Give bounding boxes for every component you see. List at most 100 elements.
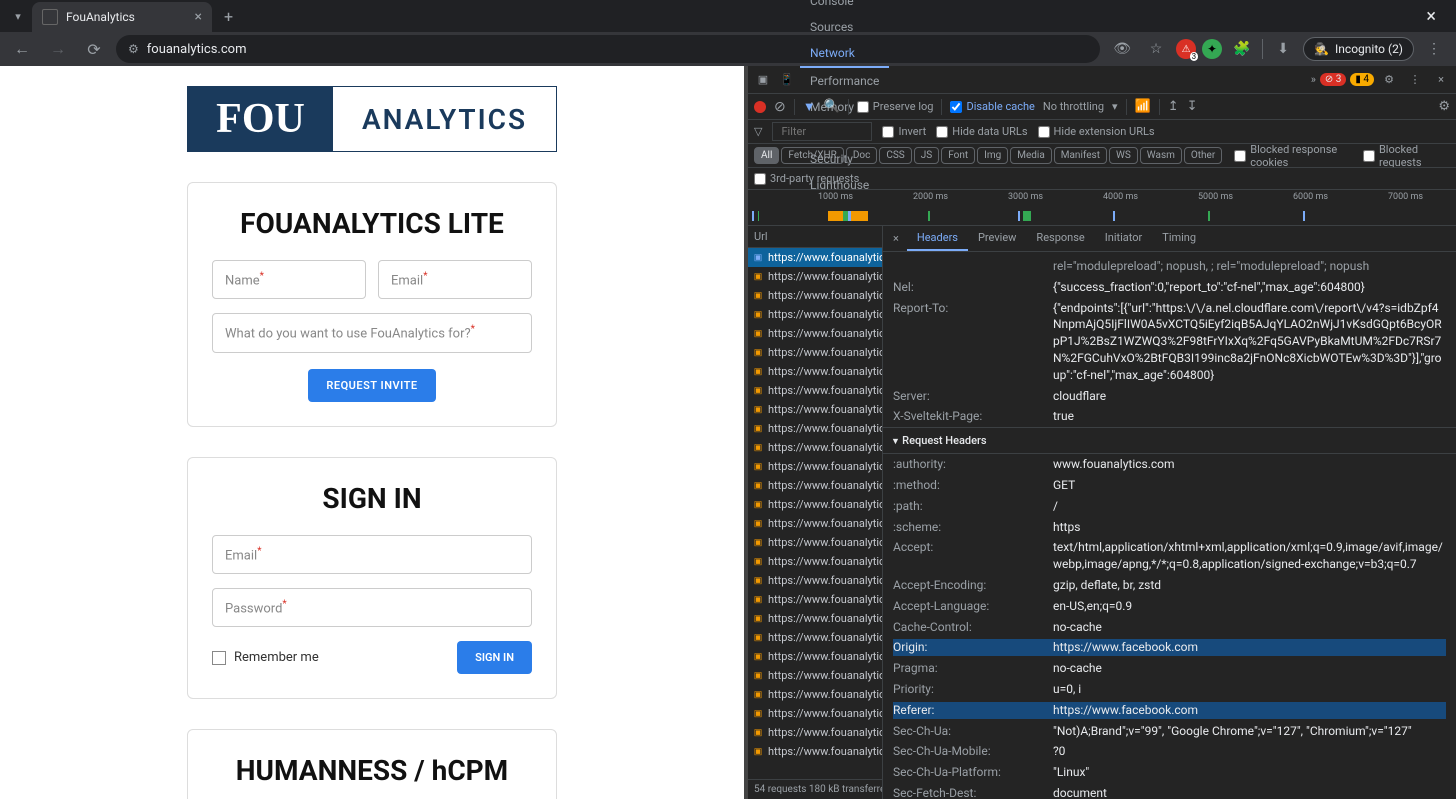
type-filter-fetchxhr[interactable]: Fetch/XHR — [781, 147, 843, 164]
timeline[interactable]: 1000 ms2000 ms3000 ms4000 ms5000 ms6000 … — [748, 190, 1456, 226]
request-row[interactable]: ▣https://www.fouanalytics... — [748, 723, 882, 742]
reload-button[interactable]: ⟳ — [80, 35, 108, 63]
detail-tab-preview[interactable]: Preview — [968, 226, 1026, 251]
site-settings-icon[interactable]: ⚙ — [128, 42, 139, 56]
upload-icon[interactable]: ↥ — [1168, 99, 1179, 114]
third-party-checkbox[interactable]: 3rd-party requests — [754, 172, 859, 185]
signin-email-field[interactable]: Email* — [212, 535, 532, 574]
extension-icon[interactable]: ✦ — [1202, 39, 1222, 59]
request-row[interactable]: ▣https://www.fouanalytics... — [748, 362, 882, 381]
menu-icon[interactable]: ⋮ — [1420, 35, 1448, 63]
request-headers-section[interactable]: Request Headers — [883, 427, 1456, 454]
detail-tab-response[interactable]: Response — [1026, 226, 1094, 251]
type-filter-ws[interactable]: WS — [1109, 147, 1138, 164]
request-row[interactable]: ▣https://www.fouanalytics... — [748, 609, 882, 628]
request-row[interactable]: ▣https://www.fouanalytics... — [748, 343, 882, 362]
signin-password-field[interactable]: Password* — [212, 588, 532, 627]
filter-icon[interactable]: ▽ — [754, 125, 762, 138]
type-filter-manifest[interactable]: Manifest — [1054, 147, 1107, 164]
close-devtools-icon[interactable]: × — [1430, 69, 1452, 91]
request-row[interactable]: ▣https://www.fouanalytics... — [748, 400, 882, 419]
tab-close-icon[interactable]: × — [195, 9, 202, 25]
request-row[interactable]: ▣https://www.fouanalytics... — [748, 571, 882, 590]
request-row[interactable]: ▣https://www.fouanalytics... — [748, 628, 882, 647]
request-row[interactable]: ▣https://www.fouanalytics... — [748, 704, 882, 723]
request-invite-button[interactable]: REQUEST INVITE — [308, 369, 435, 402]
more-tabs-icon[interactable]: » — [1311, 73, 1316, 86]
network-settings-icon[interactable]: ⚙ — [1438, 99, 1450, 114]
address-bar[interactable]: ⚙ fouanalytics.com — [116, 35, 1100, 63]
blocked-requests-checkbox[interactable]: Blocked requests — [1363, 144, 1450, 168]
dock-icon[interactable]: ⋮ — [1404, 69, 1426, 91]
error-count-badge[interactable]: ⊘ 3 — [1320, 73, 1346, 86]
inspect-icon[interactable]: ▣ — [752, 69, 774, 91]
search-icon[interactable]: 🔍 — [824, 99, 840, 114]
request-row[interactable]: ▣https://www.fouanalytics... — [748, 248, 882, 267]
request-row[interactable]: ▣https://www.fouanalytics... — [748, 590, 882, 609]
request-row[interactable]: ▣https://www.fouanalytics... — [748, 533, 882, 552]
request-row[interactable]: ▣https://www.fouanalytics... — [748, 666, 882, 685]
eye-off-icon[interactable]: 👁 — [1108, 35, 1136, 63]
request-row[interactable]: ▣https://www.fouanalytics... — [748, 381, 882, 400]
extension-badge[interactable]: ⚠3 — [1176, 39, 1196, 59]
preserve-log-checkbox[interactable]: Preserve log — [857, 100, 934, 113]
type-filter-all[interactable]: All — [754, 147, 779, 164]
wifi-icon[interactable]: 📶 — [1135, 99, 1151, 114]
request-row[interactable]: ▣https://www.fouanalytics... — [748, 324, 882, 343]
type-filter-font[interactable]: Font — [941, 147, 975, 164]
devtools-tab-network[interactable]: Network — [800, 40, 889, 68]
invert-checkbox[interactable]: Invert — [882, 125, 926, 138]
hide-ext-urls-checkbox[interactable]: Hide extension URLs — [1038, 125, 1155, 138]
close-detail-icon[interactable]: × — [887, 232, 905, 245]
request-row[interactable]: ▣https://www.fouanalytics... — [748, 457, 882, 476]
blocked-cookies-checkbox[interactable]: Blocked response cookies — [1234, 144, 1359, 168]
devtools-tab-sources[interactable]: Sources — [800, 14, 889, 40]
tab-search-icon[interactable]: ▾ — [8, 6, 28, 26]
request-row[interactable]: ▣https://www.fouanalytics... — [748, 742, 882, 761]
incognito-indicator[interactable]: 🕵 Incognito (2) — [1303, 37, 1414, 61]
type-filter-img[interactable]: Img — [977, 147, 1008, 164]
request-row[interactable]: ▣https://www.fouanalytics... — [748, 476, 882, 495]
type-filter-media[interactable]: Media — [1010, 147, 1052, 164]
back-button[interactable]: ← — [8, 35, 36, 63]
request-row[interactable]: ▣https://www.fouanalytics... — [748, 514, 882, 533]
signin-button[interactable]: SIGN IN — [457, 641, 532, 674]
record-button[interactable] — [754, 101, 766, 113]
new-tab-button[interactable]: + — [216, 7, 241, 26]
bookmark-icon[interactable]: ☆ — [1142, 35, 1170, 63]
extensions-icon[interactable]: 🧩 — [1228, 35, 1256, 63]
request-row[interactable]: ▣https://www.fouanalytics... — [748, 552, 882, 571]
devtools-tab-console[interactable]: Console — [800, 0, 889, 14]
name-field[interactable]: Name* — [212, 260, 366, 299]
request-row[interactable]: ▣https://www.fouanalytics... — [748, 419, 882, 438]
warn-count-badge[interactable]: ▮ 4 — [1350, 73, 1374, 86]
request-row[interactable]: ▣https://www.fouanalytics... — [748, 267, 882, 286]
filter-toggle-icon[interactable]: ▼ — [803, 99, 816, 115]
type-filter-css[interactable]: CSS — [879, 147, 911, 164]
filter-input[interactable] — [772, 122, 872, 141]
detail-tab-initiator[interactable]: Initiator — [1095, 226, 1153, 251]
url-column-header[interactable]: Url — [748, 226, 882, 248]
clear-button[interactable]: ⊘ — [774, 99, 786, 115]
detail-tab-headers[interactable]: Headers — [907, 226, 968, 251]
email-field[interactable]: Email* — [378, 260, 532, 299]
browser-tab[interactable]: FouAnalytics × — [32, 2, 212, 32]
devtools-tab-performance[interactable]: Performance — [800, 68, 889, 94]
gear-icon[interactable]: ⚙ — [1378, 69, 1400, 91]
request-row[interactable]: ▣https://www.fouanalytics... — [748, 495, 882, 514]
downloads-icon[interactable]: ⬇ — [1269, 35, 1297, 63]
request-row[interactable]: ▣https://www.fouanalytics... — [748, 305, 882, 324]
type-filter-wasm[interactable]: Wasm — [1140, 147, 1182, 164]
request-row[interactable]: ▣https://www.fouanalytics... — [748, 647, 882, 666]
throttling-select[interactable]: No throttling — [1043, 100, 1104, 113]
disable-cache-checkbox[interactable]: Disable cache — [950, 100, 1034, 113]
request-row[interactable]: ▣https://www.fouanalytics... — [748, 685, 882, 704]
hide-data-urls-checkbox[interactable]: Hide data URLs — [936, 125, 1027, 138]
remember-checkbox[interactable] — [212, 651, 226, 665]
purpose-field[interactable]: What do you want to use FouAnalytics for… — [212, 313, 532, 352]
type-filter-js[interactable]: JS — [914, 147, 939, 164]
request-row[interactable]: ▣https://www.fouanalytics... — [748, 438, 882, 457]
device-toggle-icon[interactable]: 📱 — [776, 69, 798, 91]
detail-tab-timing[interactable]: Timing — [1152, 226, 1206, 251]
type-filter-doc[interactable]: Doc — [846, 147, 878, 164]
